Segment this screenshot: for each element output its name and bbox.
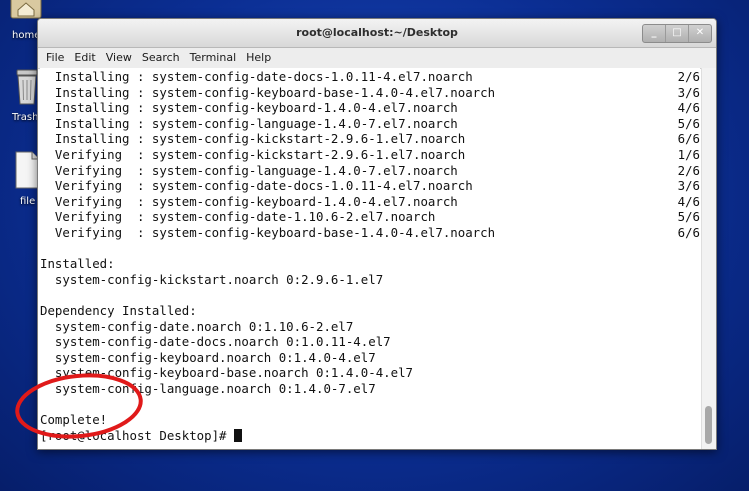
terminal-line: Dependency Installed: <box>40 303 700 319</box>
terminal-line-text: Verifying : system-config-kickstart-2.9.… <box>40 146 466 162</box>
terminal-line-progress: 1/6 <box>677 146 700 162</box>
terminal-line: Installing : system-config-date-docs-1.0… <box>40 69 700 85</box>
terminal-prompt: [root@localhost Desktop]# <box>40 427 234 443</box>
terminal-line: system-config-date.noarch 0:1.10.6-2.el7 <box>40 319 700 335</box>
home-folder-icon <box>10 0 42 19</box>
terminal-line-text: system-config-date.noarch 0:1.10.6-2.el7 <box>40 318 354 334</box>
terminal-line: Verifying : system-config-language-1.4.0… <box>40 163 700 179</box>
terminal-scrollbar[interactable] <box>701 68 716 449</box>
terminal-line-progress: 5/6 <box>677 115 700 131</box>
terminal-prompt-line[interactable]: [root@localhost Desktop]# <box>40 428 700 444</box>
terminal-lines: Installing : system-config-date-docs-1.0… <box>40 69 700 443</box>
maximize-button[interactable]: □ <box>665 25 688 42</box>
terminal-line: system-config-keyboard-base.noarch 0:1.4… <box>40 365 700 381</box>
terminal-line-progress: 2/6 <box>677 162 700 178</box>
terminal-line-text: Verifying : system-config-date-docs-1.0.… <box>40 178 473 194</box>
terminal-line-text: Installing : system-config-date-docs-1.0… <box>40 69 473 84</box>
window-titlebar[interactable]: root@localhost:~/Desktop _ □ ✕ <box>38 19 716 48</box>
menu-bar: File Edit View Search Terminal Help <box>38 48 716 69</box>
terminal-line-text: system-config-date-docs.noarch 0:1.0.11-… <box>40 334 391 350</box>
terminal-line-progress: 3/6 <box>677 178 700 194</box>
menu-file[interactable]: File <box>38 48 69 68</box>
desktop-icon-label: Trash <box>12 112 39 123</box>
menu-edit[interactable]: Edit <box>69 48 100 68</box>
terminal-line: system-config-keyboard.noarch 0:1.4.0-4.… <box>40 350 700 366</box>
terminal-line-text: Verifying : system-config-keyboard-base-… <box>40 224 496 240</box>
desktop-icon-label: file <box>20 196 36 207</box>
terminal-line-progress: 4/6 <box>677 193 700 209</box>
terminal-line-text: Verifying : system-config-date-1.10.6-2.… <box>40 209 436 225</box>
terminal-line: Verifying : system-config-keyboard-base-… <box>40 225 700 241</box>
terminal-line-progress: 6/6 <box>677 131 700 147</box>
terminal-line: Verifying : system-config-date-1.10.6-2.… <box>40 209 700 225</box>
terminal-line: Installing : system-config-keyboard-1.4.… <box>40 100 700 116</box>
terminal-line-text: Dependency Installed: <box>40 302 197 318</box>
window-controls: _ □ ✕ <box>642 24 712 43</box>
close-button[interactable]: ✕ <box>688 25 711 42</box>
terminal-line-text: system-config-keyboard.noarch 0:1.4.0-4.… <box>40 349 376 365</box>
terminal-line-text: Installing : system-config-language-1.4.… <box>40 115 458 131</box>
terminal-line-progress: 4/6 <box>677 100 700 116</box>
terminal-line-text: Installed: <box>40 256 115 272</box>
terminal-line-text: system-config-kickstart.noarch 0:2.9.6-1… <box>40 271 384 287</box>
scrollbar-thumb[interactable] <box>705 406 712 444</box>
menu-search[interactable]: Search <box>137 48 185 68</box>
menu-terminal[interactable]: Terminal <box>185 48 242 68</box>
terminal-line-text: Verifying : system-config-language-1.4.0… <box>40 162 458 178</box>
terminal-line: system-config-language.noarch 0:1.4.0-7.… <box>40 381 700 397</box>
minimize-button[interactable]: _ <box>643 25 665 42</box>
terminal-line-progress: 3/6 <box>677 84 700 100</box>
terminal-line: Installing : system-config-language-1.4.… <box>40 116 700 132</box>
terminal-line: Complete! <box>40 412 700 428</box>
terminal-line: Installing : system-config-kickstart-2.9… <box>40 131 700 147</box>
terminal-line-text: Installing : system-config-keyboard-1.4.… <box>40 100 458 116</box>
terminal-window[interactable]: root@localhost:~/Desktop _ □ ✕ File Edit… <box>37 18 717 450</box>
terminal-line-progress: 2/6 <box>677 69 700 84</box>
terminal-line: Verifying : system-config-date-docs-1.0.… <box>40 178 700 194</box>
terminal-line: Verifying : system-config-keyboard-1.4.0… <box>40 194 700 210</box>
window-title: root@localhost:~/Desktop <box>296 26 458 39</box>
terminal-line: system-config-date-docs.noarch 0:1.0.11-… <box>40 334 700 350</box>
terminal-line-progress: 5/6 <box>677 209 700 225</box>
terminal-line-text: system-config-language.noarch 0:1.4.0-7.… <box>40 380 376 396</box>
terminal-line-text: Installing : system-config-keyboard-base… <box>40 84 496 100</box>
terminal-line: system-config-kickstart.noarch 0:2.9.6-1… <box>40 272 700 288</box>
terminal-line-text: Complete! <box>40 412 108 428</box>
terminal-line-progress: 6/6 <box>677 224 700 240</box>
terminal-line-text: Verifying : system-config-keyboard-1.4.0… <box>40 193 458 209</box>
menu-view[interactable]: View <box>101 48 137 68</box>
terminal-output[interactable]: Installing : system-config-date-docs-1.0… <box>40 68 700 449</box>
terminal-cursor <box>233 428 242 442</box>
terminal-line: Verifying : system-config-kickstart-2.9.… <box>40 147 700 163</box>
terminal-line: Installing : system-config-keyboard-base… <box>40 85 700 101</box>
menu-help[interactable]: Help <box>241 48 276 68</box>
terminal-line-text: Installing : system-config-kickstart-2.9… <box>40 131 466 147</box>
terminal-line-text: system-config-keyboard-base.noarch 0:1.4… <box>40 365 413 381</box>
terminal-line: Installed: <box>40 256 700 272</box>
